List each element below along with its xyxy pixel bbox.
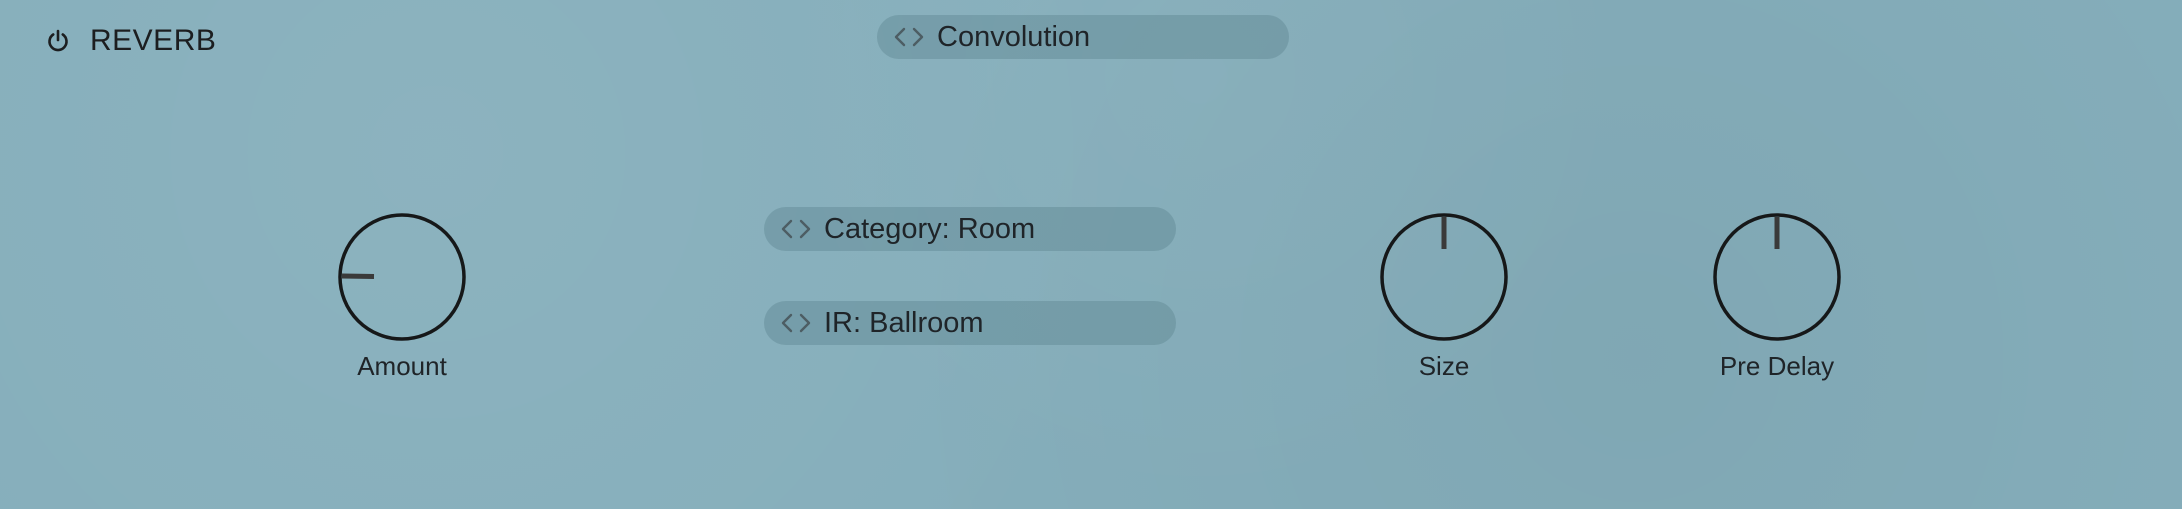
amount-knob-label: Amount: [357, 351, 447, 381]
reverb-panel: REVERB Convolution Category: Room IR: Ba…: [0, 0, 2182, 509]
amount-knob-pointer: [341, 273, 375, 280]
mode-prev-button[interactable]: [891, 24, 909, 50]
chevron-right-icon: [912, 27, 924, 47]
chevron-left-icon: [894, 27, 906, 47]
ir-next-button[interactable]: [796, 310, 814, 336]
ir-prev-button[interactable]: [778, 310, 796, 336]
plugin-header: REVERB: [40, 20, 216, 62]
power-button[interactable]: [40, 23, 76, 59]
pre-delay-knob[interactable]: [1711, 211, 1843, 343]
category-prev-button[interactable]: [778, 216, 796, 242]
ir-selector-arrows: [778, 310, 814, 336]
size-knob-group: Size: [1334, 211, 1554, 382]
amount-knob-group: Amount: [292, 211, 512, 382]
mode-selector-arrows: [891, 24, 927, 50]
chevron-left-icon: [781, 219, 793, 239]
ir-selector-label: IR: Ballroom: [824, 306, 984, 339]
chevron-right-icon: [799, 219, 811, 239]
amount-knob[interactable]: [336, 211, 468, 343]
mode-selector-label: Convolution: [937, 20, 1091, 53]
chevron-left-icon: [781, 313, 793, 333]
category-selector[interactable]: Category: Room: [764, 207, 1176, 251]
power-icon: [48, 29, 68, 52]
size-knob[interactable]: [1378, 211, 1510, 343]
category-selector-arrows: [778, 216, 814, 242]
plugin-title: REVERB: [90, 24, 217, 57]
mode-next-button[interactable]: [909, 24, 927, 50]
mode-selector[interactable]: Convolution: [877, 15, 1289, 59]
size-knob-label: Size: [1418, 351, 1470, 381]
category-next-button[interactable]: [796, 216, 814, 242]
category-selector-label: Category: Room: [824, 212, 1036, 245]
pre-delay-knob-label: Pre Delay: [1719, 351, 1835, 381]
pre-delay-knob-group: Pre Delay: [1667, 211, 1887, 382]
ir-selector[interactable]: IR: Ballroom: [764, 301, 1176, 345]
chevron-right-icon: [799, 313, 811, 333]
